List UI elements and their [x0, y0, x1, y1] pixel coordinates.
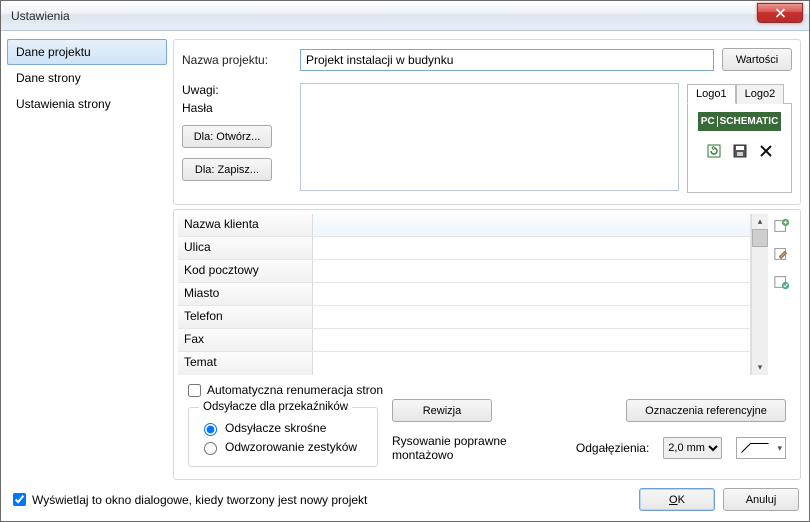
show-on-new-checkbox[interactable]: Wyświetlaj to okno dialogowe, kiedy twor… [13, 493, 631, 507]
logo-refresh-icon[interactable] [706, 143, 722, 159]
close-icon [775, 8, 786, 18]
logo-preview: PCSCHEMATIC [687, 103, 792, 193]
relay-references-group: Odsyłacze dla przekaźników Odsyłacze skr… [188, 401, 378, 467]
add-field-icon[interactable] [774, 218, 790, 234]
table-row[interactable]: Nazwa klienta [178, 214, 750, 237]
tab-logo1[interactable]: Logo1 [687, 84, 736, 104]
project-panel: Nazwa projektu: Wartości Uwagi: Hasła Dl… [173, 39, 801, 205]
save-for-button[interactable]: Dla: Zapisz... [182, 158, 272, 181]
table-row[interactable]: Miasto [178, 283, 750, 306]
table-row[interactable]: Fax [178, 329, 750, 352]
table-row[interactable]: Kod pocztowy [178, 260, 750, 283]
logo-save-icon[interactable] [732, 143, 748, 159]
titlebar: Ustawienia [1, 1, 809, 31]
cross-references-radio[interactable]: Odsyłacze skrośne [199, 420, 367, 436]
sidebar-item-page-data[interactable]: Dane strony [7, 65, 167, 91]
footer: Wyświetlaj to okno dialogowe, kiedy twor… [1, 480, 809, 521]
project-name-input[interactable] [300, 49, 714, 71]
sidebar: Dane projektu Dane strony Ustawienia str… [7, 39, 167, 480]
sidebar-item-label: Dane projektu [16, 45, 91, 59]
passwords-label: Hasła [182, 101, 292, 115]
project-name-label: Nazwa projektu: [182, 53, 292, 67]
branch-style-combo[interactable]: ▾ [736, 437, 786, 459]
auto-renumber-checkbox[interactable]: Automatyczna renumeracja stron [188, 383, 786, 397]
logo-delete-icon[interactable] [758, 143, 774, 159]
scroll-down-icon[interactable]: ▾ [758, 362, 763, 373]
sidebar-item-page-settings[interactable]: Ustawienia strony [7, 91, 167, 117]
mounting-correct-label: Rysowanie poprawne montażowo [392, 434, 548, 462]
cancel-button[interactable]: Anuluj [723, 488, 799, 511]
branches-combo[interactable]: 2,0 mm [663, 437, 722, 459]
notes-label: Uwagi: [182, 83, 292, 97]
table-row[interactable]: Telefon [178, 306, 750, 329]
logo-image: PCSCHEMATIC [698, 112, 782, 131]
edit-field-icon[interactable] [774, 246, 790, 262]
table-row[interactable]: Ulica [178, 237, 750, 260]
datafields-panel: Nazwa klienta Ulica Kod pocztowy Miasto … [173, 209, 801, 480]
scroll-up-icon[interactable]: ▴ [758, 216, 763, 227]
settings-window: Ustawienia Dane projektu Dane strony Ust… [0, 0, 810, 522]
branches-label: Odgałęzienia: [576, 441, 649, 455]
tab-logo2[interactable]: Logo2 [736, 84, 785, 104]
notes-textarea[interactable] [300, 83, 679, 191]
grid-scrollbar[interactable]: ▴ ▾ [751, 214, 768, 375]
relay-legend: Odsyłacze dla przekaźników [199, 401, 352, 413]
sidebar-item-project-data[interactable]: Dane projektu [7, 39, 167, 65]
revision-button[interactable]: Rewizja [392, 399, 492, 422]
field-settings-icon[interactable] [774, 274, 790, 290]
datafields-grid: Nazwa klienta Ulica Kod pocztowy Miasto … [178, 214, 751, 375]
contact-mapping-radio[interactable]: Odwzorowanie zestyków [199, 439, 367, 455]
scroll-thumb[interactable] [752, 229, 768, 247]
sidebar-item-label: Ustawienia strony [16, 97, 111, 111]
window-title: Ustawienia [11, 9, 70, 23]
sidebar-item-label: Dane strony [16, 71, 81, 85]
reference-designations-button[interactable]: Oznaczenia referencyjne [626, 399, 786, 422]
logo-box: Logo1 Logo2 PCSCHEMATIC [687, 83, 792, 196]
values-button[interactable]: Wartości [722, 48, 792, 71]
chevron-down-icon: ▾ [777, 443, 782, 454]
branch-style-icon [740, 442, 770, 454]
ok-button[interactable]: OK [639, 488, 715, 511]
close-button[interactable] [757, 3, 803, 23]
table-row[interactable]: Temat [178, 352, 750, 375]
open-for-button[interactable]: Dla: Otwórz... [182, 125, 272, 148]
